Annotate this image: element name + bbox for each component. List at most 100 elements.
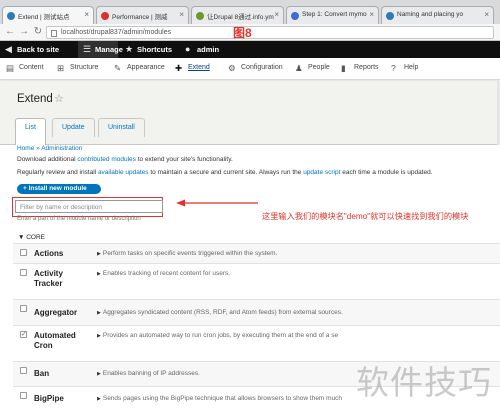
- module-checkbox[interactable]: [20, 269, 27, 276]
- forward-arrow-icon[interactable]: →: [18, 26, 30, 37]
- wrench-icon: ⚙: [228, 63, 236, 73]
- module-checkbox[interactable]: ✓: [20, 331, 27, 338]
- back-arrow-icon[interactable]: ←: [4, 26, 16, 37]
- core-section-toggle[interactable]: ▼ CORE: [18, 234, 45, 241]
- back-arrow-icon: ◀: [5, 44, 12, 54]
- shortcuts-label: Shortcuts: [137, 45, 173, 54]
- text: Perform tasks on specific events trigger…: [102, 250, 278, 257]
- close-tab-icon[interactable]: ×: [274, 10, 279, 19]
- module-name: Actions: [34, 249, 64, 258]
- menu-item-label: Configuration: [241, 64, 283, 71]
- annotation-note: 这里输入我们的模块名"demo"就可以快速找到我们的模块: [262, 212, 469, 221]
- module-description[interactable]: ▶ Perform tasks on specific events trigge…: [97, 250, 277, 257]
- contributed-modules-link[interactable]: contributed modules: [77, 156, 136, 163]
- module-row: Actions ▶ Perform tasks on specific event…: [13, 243, 500, 263]
- shortcuts-button[interactable]: ★ Shortcuts: [120, 41, 176, 58]
- drupal-favicon-icon: [7, 12, 15, 20]
- menu-item-help[interactable]: ? Help: [391, 63, 418, 73]
- menu-icon: ☰: [83, 44, 92, 54]
- module-row: Activity Tracker ▶ Enables tracking of re…: [13, 263, 500, 299]
- text: Enables tracking of recent content for u…: [102, 270, 231, 277]
- menu-item-reports[interactable]: ▮ Reports: [341, 63, 379, 73]
- browser-tab[interactable]: 让Drupal 8通过.info.ym ×: [191, 6, 284, 24]
- text: Regularly review and install: [17, 169, 98, 176]
- menu-item-label: Reports: [354, 64, 379, 71]
- menu-item-configuration[interactable]: ⚙ Configuration: [228, 63, 283, 73]
- text: to extend your site's functionality.: [135, 156, 233, 163]
- module-checkbox[interactable]: [20, 367, 27, 374]
- puzzle-icon: ✚: [175, 63, 183, 73]
- menu-item-label: Appearance: [127, 64, 165, 71]
- url-field[interactable]: localhost/drupal837/admin/modules: [46, 26, 494, 39]
- structure-icon: ⊞: [57, 63, 65, 73]
- module-description[interactable]: ▶ Provides an automated way to run cron j…: [97, 332, 338, 339]
- module-description[interactable]: ▶ Sends pages using the BigPipe technique…: [97, 395, 342, 402]
- browser-tab-label: Extend | 测试站点: [18, 14, 70, 21]
- browser-tab[interactable]: Naming and placing yo ×: [381, 6, 494, 24]
- browser-tab[interactable]: Performance | 测威 ×: [96, 6, 189, 24]
- back-to-site-button[interactable]: ◀ Back to site: [0, 41, 78, 58]
- page-header: Extend ☆ List Update Uninstall: [0, 81, 500, 146]
- browser-tab[interactable]: Extend | 测试站点 ×: [2, 6, 94, 25]
- user-button[interactable]: ● admin: [180, 41, 224, 58]
- help-icon: ?: [391, 63, 396, 73]
- module-name: Activity Tracker: [34, 269, 63, 288]
- tab-update[interactable]: Update: [52, 118, 95, 137]
- tab-list[interactable]: List: [15, 118, 46, 146]
- reload-icon[interactable]: ↻: [32, 26, 44, 37]
- browser-tab[interactable]: Step 1: Convert mymo ×: [286, 6, 379, 24]
- module-checkbox[interactable]: [20, 392, 27, 399]
- menu-item-people[interactable]: ♟ People: [295, 63, 330, 73]
- module-description[interactable]: ▶ Enables tracking of recent content for …: [97, 270, 230, 277]
- text: Enables banning of IP addresses.: [102, 370, 200, 377]
- admin-menu: ▤ Content ⊞ Structure ✎ Appearance ✚ Ext…: [0, 58, 500, 80]
- menu-item-extend[interactable]: ✚ Extend: [175, 63, 210, 73]
- user-icon: ●: [185, 44, 191, 54]
- document-icon: ▤: [6, 63, 15, 73]
- module-row: Aggregator ▶ Aggregates syndicated conten…: [13, 299, 500, 325]
- close-tab-icon[interactable]: ×: [179, 10, 184, 19]
- install-new-module-button[interactable]: + Install new module: [17, 184, 101, 194]
- menu-item-content[interactable]: ▤ Content: [6, 63, 44, 73]
- module-description[interactable]: ▶ Enables banning of IP addresses.: [97, 370, 200, 377]
- menu-item-appearance[interactable]: ✎ Appearance: [114, 63, 165, 73]
- text: each time a module is updated.: [340, 169, 433, 176]
- figure-label: 图8: [233, 26, 252, 40]
- module-checkbox[interactable]: [20, 249, 27, 256]
- annotation-arrow-icon: [176, 199, 258, 207]
- close-tab-icon[interactable]: ×: [369, 10, 374, 19]
- filter-input[interactable]: Filter by name or description: [15, 200, 163, 213]
- manage-label: Manage: [95, 45, 123, 54]
- breadcrumb[interactable]: Home » Administration: [17, 145, 82, 152]
- menu-item-label: Content: [19, 64, 44, 71]
- module-name: Aggregator: [34, 308, 78, 317]
- text: Aggregates syndicated content (RSS, RDF,…: [102, 309, 343, 316]
- module-name: Ban: [34, 369, 50, 378]
- module-checkbox[interactable]: [20, 305, 27, 312]
- bar-chart-icon: ▮: [341, 63, 346, 73]
- menu-item-structure[interactable]: ⊞ Structure: [57, 63, 99, 73]
- module-description[interactable]: ▶ Aggregates syndicated content (RSS, RDF…: [97, 309, 343, 316]
- tab-label: Uninstall: [108, 124, 135, 131]
- people-icon: ♟: [295, 63, 303, 73]
- browser-tab-label: Performance | 测威: [112, 14, 168, 21]
- favicon-icon: [101, 12, 109, 20]
- back-to-site-label: Back to site: [17, 45, 60, 54]
- tab-label: Update: [62, 124, 85, 131]
- manage-button[interactable]: ☰ Manage: [78, 41, 123, 58]
- drupal-toolbar: ◀ Back to site ☰ Manage ★ Shortcuts ● ad…: [0, 41, 500, 58]
- update-script-link[interactable]: update script: [303, 169, 340, 176]
- tab-uninstall[interactable]: Uninstall: [98, 118, 145, 137]
- page-title: Extend: [17, 93, 53, 105]
- available-updates-link[interactable]: available updates: [98, 169, 149, 176]
- menu-item-label: People: [308, 64, 330, 71]
- close-tab-icon[interactable]: ×: [484, 10, 489, 19]
- menu-item-label: Structure: [70, 64, 99, 71]
- browser-tab-label: Naming and placing yo: [397, 11, 464, 18]
- text: to maintain a secure and current site. A…: [148, 169, 304, 176]
- close-tab-icon[interactable]: ×: [84, 10, 89, 19]
- favicon-icon: [386, 12, 394, 20]
- filter-help-text: Enter a part of the module name or descr…: [17, 216, 141, 222]
- page-icon: [51, 30, 57, 37]
- star-icon[interactable]: ☆: [54, 92, 64, 105]
